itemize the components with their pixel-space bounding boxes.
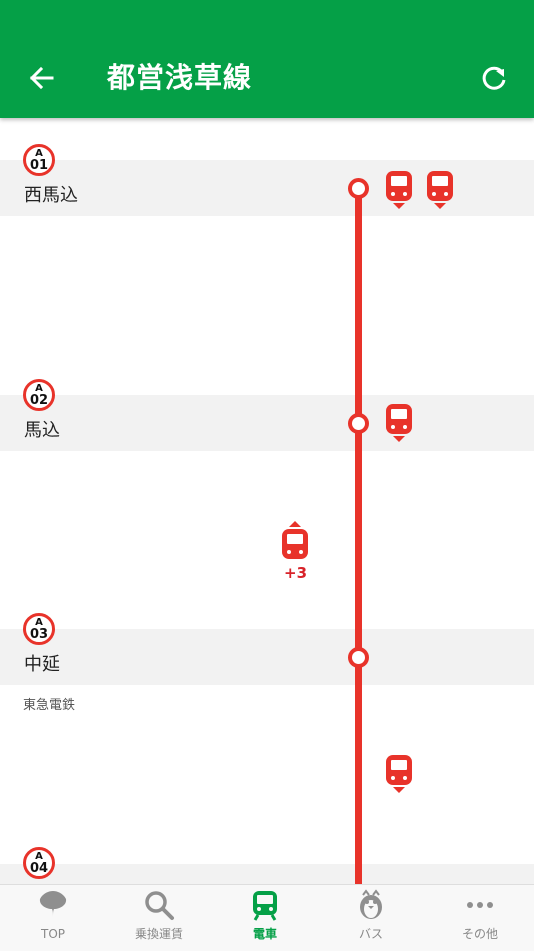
badge-number: 03: [29, 627, 49, 642]
station-node: [348, 647, 369, 668]
station-row-a02[interactable]: [0, 395, 534, 451]
badge-number: 01: [29, 158, 49, 173]
station-node: [348, 413, 369, 434]
refresh-icon: [482, 66, 506, 90]
train-icon-southbound[interactable]: [385, 754, 413, 794]
tab-top[interactable]: TOP: [0, 885, 106, 951]
route-line: [355, 188, 362, 884]
station-row-a03[interactable]: [0, 629, 534, 685]
through-service-label: 東急電鉄: [23, 698, 76, 713]
back-button[interactable]: [22, 58, 62, 98]
train-icon-southbound[interactable]: [426, 170, 454, 210]
tab-label: バス: [358, 927, 383, 941]
tab-bus[interactable]: バス: [318, 885, 424, 951]
station-number-badge: A 04: [23, 847, 55, 879]
station-name: 馬込: [24, 420, 60, 441]
arrow-left-icon: [29, 66, 54, 90]
station-node: [348, 178, 369, 199]
station-number-badge: A 03: [23, 613, 55, 645]
station-name: 西馬込: [24, 185, 78, 206]
station-number-badge: A 01: [23, 144, 55, 176]
badge-number: 04: [29, 861, 49, 876]
station-number-badge: A 02: [23, 379, 55, 411]
train-icon-southbound[interactable]: [385, 170, 413, 210]
page-title: 都営浅草線: [107, 61, 253, 94]
app-bar: 都営浅草線: [0, 0, 534, 118]
train-icon-northbound[interactable]: [281, 520, 309, 560]
tab-train[interactable]: 電車: [212, 885, 318, 951]
penguin-bus-icon: [360, 889, 382, 919]
bottom-tab-bar: TOP 乗換運賃 電車 バス その他: [0, 884, 534, 951]
tab-other[interactable]: その他: [427, 885, 533, 951]
additional-trains-count: +3: [284, 564, 308, 582]
badge-number: 02: [29, 393, 49, 408]
tokyo-ginkgo-icon: [39, 891, 67, 919]
refresh-button[interactable]: [474, 58, 514, 98]
tab-label: 乗換運賃: [134, 927, 183, 941]
train-icon-southbound[interactable]: [385, 403, 413, 443]
tab-transfer-fare[interactable]: 乗換運賃: [106, 885, 212, 951]
train-icon: [253, 891, 277, 921]
more-dots-icon: [467, 902, 493, 908]
tab-label: その他: [461, 927, 498, 941]
tab-label: TOP: [40, 927, 65, 941]
tab-label: 電車: [252, 927, 277, 941]
line-map[interactable]: A 01 西馬込 A 02 馬込 A 03 中延 東急電鉄 A 04 +3: [0, 118, 534, 884]
search-icon: [145, 891, 174, 920]
station-row-a04[interactable]: [0, 864, 534, 884]
station-name: 中延: [24, 654, 60, 675]
